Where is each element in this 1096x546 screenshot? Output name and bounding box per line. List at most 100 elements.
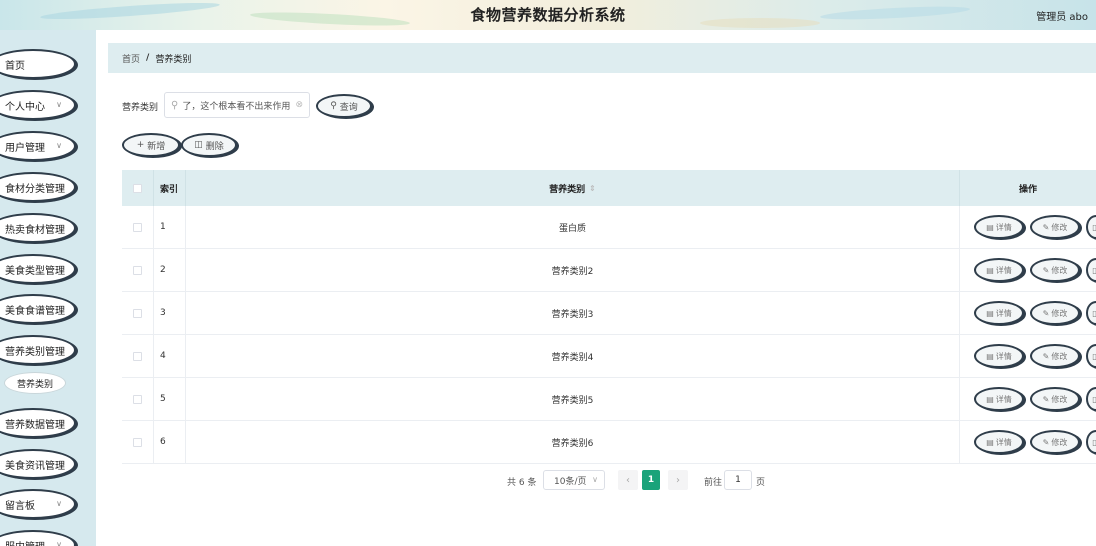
row-name: 营养类别5 — [186, 378, 960, 420]
search-input[interactable]: ⚲ 了，这个根本看不出来作用 ⊗ — [164, 92, 310, 118]
column-header-ops: 操作 — [1018, 184, 1037, 195]
sidebar-item-nutrition-data[interactable]: 营养数据管理 — [0, 408, 76, 438]
edit-label: 修改 — [1051, 437, 1068, 447]
row-name: 营养类别3 — [186, 292, 960, 334]
chevron-down-icon: ∨ — [56, 499, 62, 508]
detail-label: 详情 — [995, 437, 1012, 447]
edit-icon: ✎ — [1042, 308, 1050, 318]
breadcrumb: 首页 / 营养类别 — [108, 43, 1096, 73]
row-checkbox[interactable] — [133, 222, 142, 232]
row-actions: ▤详情 ✎修改 ◫ — [960, 249, 1096, 291]
detail-button[interactable]: ▤ 详情 — [974, 430, 1024, 454]
row-actions: ▤详情 ✎修改 ◫ — [960, 421, 1096, 463]
detail-button[interactable]: ▤ 详情 — [974, 258, 1024, 282]
detail-button[interactable]: ▤ 详情 — [974, 215, 1024, 239]
sidebar-item-profile[interactable]: 个人中心 ∨ — [0, 90, 76, 120]
breadcrumb-home[interactable]: 首页 — [122, 52, 140, 65]
edit-icon: ✎ — [1042, 222, 1050, 232]
edit-icon: ✎ — [1042, 394, 1050, 404]
row-index: 6 — [154, 421, 186, 463]
delete-row-button[interactable]: ◫ — [1086, 430, 1096, 454]
detail-icon: ▤ — [986, 394, 994, 404]
sidebar-item-users[interactable]: 用户管理 ∨ — [0, 131, 76, 161]
edit-label: 修改 — [1051, 308, 1068, 318]
detail-button[interactable]: ▤ 详情 — [974, 301, 1024, 325]
row-checkbox[interactable] — [133, 437, 142, 447]
row-name: 营养类别2 — [186, 249, 960, 291]
edit-label: 修改 — [1051, 351, 1068, 361]
table-row: 3 营养类别3 ▤详情 ✎修改 ◫ — [122, 292, 1096, 335]
next-page-button[interactable]: › — [668, 470, 688, 490]
delete-row-button[interactable]: ◫ — [1086, 301, 1096, 325]
prev-page-button[interactable]: ‹ — [618, 470, 638, 490]
detail-button[interactable]: ▤ 详情 — [974, 344, 1024, 368]
column-header-name-label: 营养类别 — [549, 184, 586, 195]
edit-icon: ✎ — [1042, 437, 1050, 447]
select-all-checkbox[interactable] — [133, 183, 142, 193]
add-button[interactable]: + 新增 — [122, 133, 180, 157]
trash-icon: ◫ — [1092, 352, 1096, 361]
sidebar-item-label: 营养数据管理 — [5, 419, 65, 431]
row-checkbox[interactable] — [133, 394, 142, 404]
table-row: 6 营养类别6 ▤详情 ✎修改 ◫ — [122, 421, 1096, 464]
delete-row-button[interactable]: ◫ — [1086, 215, 1096, 239]
table-row: 5 营养类别5 ▤详情 ✎修改 ◫ — [122, 378, 1096, 421]
sidebar-item-food-type[interactable]: 美食类型管理 — [0, 254, 76, 284]
delete-row-button[interactable]: ◫ — [1086, 344, 1096, 368]
page-size-select[interactable]: 10条/页 ∨ — [543, 470, 605, 490]
edit-label: 修改 — [1051, 394, 1068, 404]
edit-button[interactable]: ✎ 修改 — [1030, 387, 1080, 411]
breadcrumb-current: 营养类别 — [155, 54, 192, 65]
edit-button[interactable]: ✎ 修改 — [1030, 430, 1080, 454]
breadcrumb-separator: / — [146, 53, 150, 63]
sidebar-subitem-nutrition-category[interactable]: 营养类别 — [4, 372, 66, 394]
search-button[interactable]: ⚲ 查询 — [316, 94, 372, 118]
edit-label: 修改 — [1051, 265, 1068, 275]
pagination-total: 共 6 条 — [507, 478, 537, 488]
row-index: 5 — [154, 378, 186, 420]
edit-icon: ✎ — [1042, 265, 1050, 275]
sort-icon[interactable]: ⇕ — [589, 184, 596, 193]
sidebar-item-ingredient-category[interactable]: 食材分类管理 — [0, 172, 76, 202]
edit-button[interactable]: ✎ 修改 — [1030, 344, 1080, 368]
clear-icon[interactable]: ⊗ — [295, 100, 303, 110]
sidebar-item-label: 美食食谱管理 — [5, 305, 65, 317]
detail-label: 详情 — [995, 394, 1012, 404]
row-checkbox[interactable] — [133, 308, 142, 318]
delete-row-button[interactable]: ◫ — [1086, 258, 1096, 282]
edit-icon: ✎ — [1042, 351, 1050, 361]
pagination: 共 6 条 10条/页 ∨ ‹ 1 › 前往 1 页 — [0, 468, 1096, 492]
edit-button[interactable]: ✎ 修改 — [1030, 215, 1080, 239]
sidebar-item-label: 营养类别管理 — [5, 346, 65, 358]
goto-page-input[interactable]: 1 — [724, 470, 752, 490]
column-header-name[interactable]: 营养类别 ⇕ — [186, 170, 960, 206]
sidebar-item-label: 服内管理 — [5, 538, 45, 546]
edit-label: 修改 — [1051, 222, 1068, 232]
column-header-index: 索引 — [154, 170, 186, 206]
table-header: 索引 营养类别 ⇕ 操作 — [122, 170, 1096, 206]
table-row: 4 营养类别4 ▤详情 ✎修改 ◫ — [122, 335, 1096, 378]
row-index: 1 — [154, 206, 186, 248]
chevron-down-icon: ∨ — [56, 100, 62, 109]
edit-button[interactable]: ✎ 修改 — [1030, 258, 1080, 282]
detail-icon: ▤ — [986, 437, 994, 447]
chevron-left-icon: ‹ — [626, 474, 630, 486]
chevron-right-icon: › — [676, 474, 680, 486]
sidebar-item-message-board[interactable]: 留言板 ∨ — [0, 489, 76, 519]
delete-button[interactable]: ◫ 删除 — [181, 133, 237, 157]
sidebar-item-nutrition-category[interactable]: 营养类别管理 — [0, 335, 76, 365]
sidebar-item-home[interactable]: 首页 — [0, 49, 76, 79]
detail-button[interactable]: ▤ 详情 — [974, 387, 1024, 411]
sidebar-item-hot-ingredients[interactable]: 热卖食材管理 — [0, 213, 76, 243]
user-info[interactable]: 管理员 abo — [1036, 8, 1088, 23]
current-page[interactable]: 1 — [642, 470, 660, 490]
delete-row-button[interactable]: ◫ — [1086, 387, 1096, 411]
trash-icon: ◫ — [1092, 395, 1096, 404]
table-row: 2 营养类别2 ▤详情 ✎修改 ◫ — [122, 249, 1096, 292]
row-checkbox[interactable] — [133, 351, 142, 361]
edit-button[interactable]: ✎ 修改 — [1030, 301, 1080, 325]
sidebar-item-system[interactable]: 服内管理 ∨ — [0, 530, 76, 546]
sidebar-item-label: 用户管理 — [5, 142, 45, 154]
row-checkbox[interactable] — [133, 265, 142, 275]
sidebar-item-recipes[interactable]: 美食食谱管理 — [0, 294, 76, 324]
